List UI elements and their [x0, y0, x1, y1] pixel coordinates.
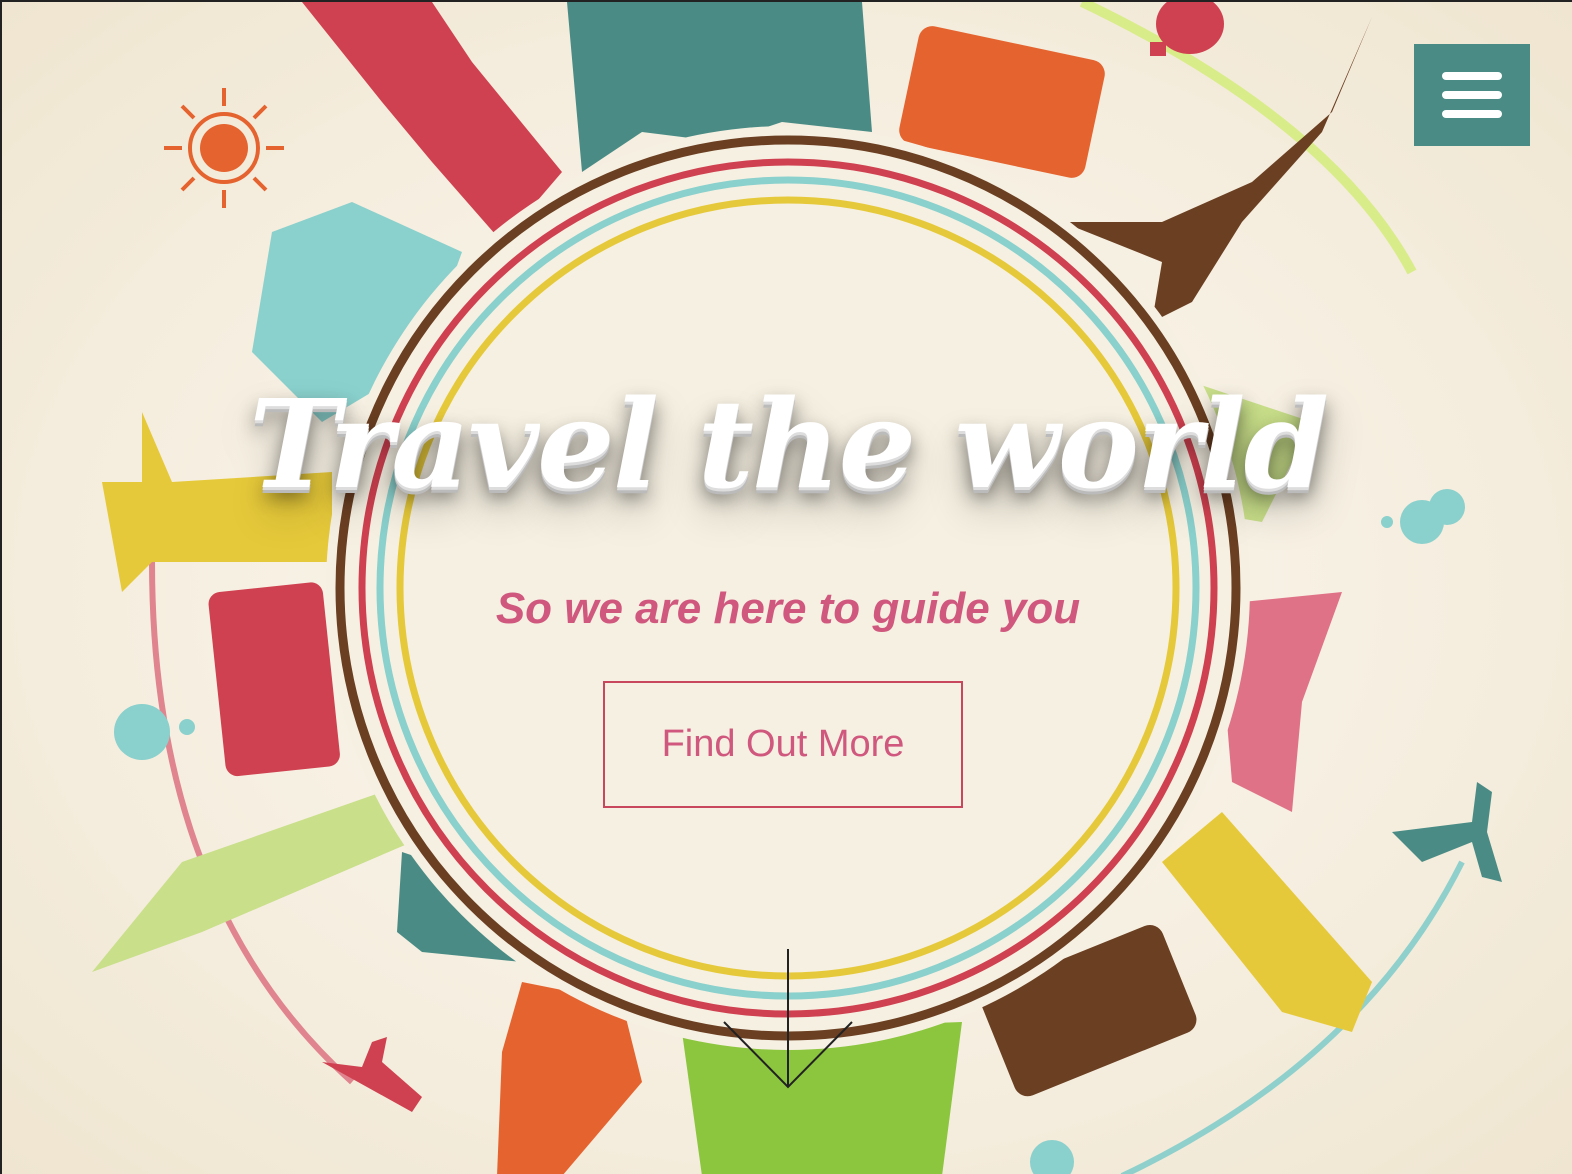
find-out-more-button[interactable]: Find Out More: [603, 681, 963, 808]
airplane-icon: [322, 1037, 422, 1112]
hot-air-balloon-icon: [1150, 2, 1224, 56]
menu-bar: [1442, 91, 1502, 99]
airplane-icon: [1392, 782, 1502, 882]
sun-icon: [164, 88, 284, 208]
cloud-icon: [114, 704, 195, 760]
statue-of-liberty-landmark: [302, 2, 562, 242]
leaning-tower-landmark: [1162, 812, 1372, 1032]
hamburger-icon[interactable]: [1414, 44, 1530, 146]
cloud-icon: [1030, 1140, 1074, 1174]
menu-bar: [1442, 110, 1502, 118]
big-ben-landmark: [92, 792, 412, 972]
hero-subtitle: So we are here to guide you: [495, 584, 1081, 633]
hero-title: Travel the world: [248, 372, 1329, 516]
down-arrow-icon[interactable]: [722, 947, 854, 1092]
hero-section: Travel the world So we are here to guide…: [0, 0, 1572, 1174]
menu-bar: [1442, 72, 1502, 80]
